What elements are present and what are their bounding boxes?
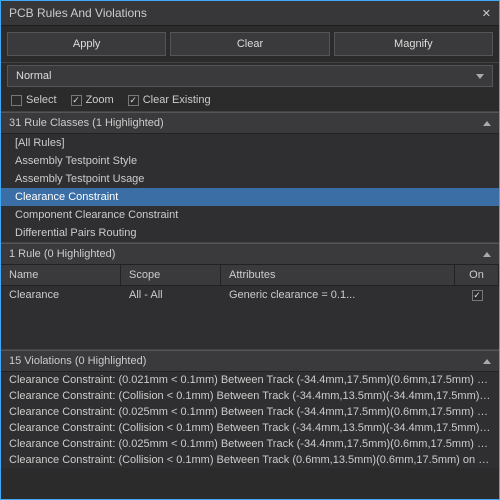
- violation-item[interactable]: Clearance Constraint: (Collision < 0.1mm…: [1, 452, 499, 468]
- chevron-up-icon[interactable]: [483, 121, 491, 126]
- spacer: [1, 326, 499, 350]
- chevron-down-icon: [476, 74, 484, 79]
- options-row: Select ✓ Zoom ✓ Clear Existing: [1, 89, 499, 112]
- rule-class-item[interactable]: Assembly Testpoint Usage: [1, 170, 499, 188]
- chevron-up-icon[interactable]: [483, 252, 491, 257]
- checkbox-icon: [11, 95, 22, 106]
- window-title: PCB Rules And Violations: [9, 6, 147, 20]
- rule-row[interactable]: ClearanceAll - AllGeneric clearance = 0.…: [1, 286, 499, 304]
- chevron-up-icon[interactable]: [483, 359, 491, 364]
- zoom-checkbox[interactable]: ✓ Zoom: [71, 94, 114, 106]
- select-checkbox[interactable]: Select: [11, 94, 57, 106]
- rule-class-item[interactable]: [All Rules]: [1, 134, 499, 152]
- clear-existing-checkbox[interactable]: ✓ Clear Existing: [128, 94, 211, 106]
- violation-item[interactable]: Clearance Constraint: (Collision < 0.1mm…: [1, 388, 499, 404]
- rule-classes-list[interactable]: [All Rules]Assembly Testpoint StyleAssem…: [1, 134, 499, 243]
- checkbox-icon: ✓: [472, 290, 483, 301]
- checkbox-icon: ✓: [128, 95, 139, 106]
- rules-section-header: 1 Rule (0 Highlighted): [1, 243, 499, 265]
- dropdown-value: Normal: [16, 70, 51, 82]
- rules-columns: Name Scope Attributes On: [1, 265, 499, 286]
- rule-class-item[interactable]: Clearance Constraint: [1, 188, 499, 206]
- checkbox-icon: ✓: [71, 95, 82, 106]
- violation-item[interactable]: Clearance Constraint: (0.021mm < 0.1mm) …: [1, 372, 499, 388]
- close-icon[interactable]: ✕: [482, 7, 491, 20]
- magnify-button[interactable]: Magnify: [334, 32, 493, 56]
- violation-item[interactable]: Clearance Constraint: (Collision < 0.1mm…: [1, 420, 499, 436]
- col-name[interactable]: Name: [1, 265, 121, 285]
- violation-item[interactable]: Clearance Constraint: (0.025mm < 0.1mm) …: [1, 404, 499, 420]
- col-on[interactable]: On: [455, 265, 499, 285]
- rules-list[interactable]: ClearanceAll - AllGeneric clearance = 0.…: [1, 286, 499, 326]
- rule-class-item[interactable]: Assembly Testpoint Style: [1, 152, 499, 170]
- violations-header: 15 Violations (0 Highlighted): [1, 350, 499, 372]
- rule-class-item[interactable]: Component Clearance Constraint: [1, 206, 499, 224]
- rule-class-item[interactable]: Differential Pairs Routing: [1, 224, 499, 242]
- violations-list[interactable]: Clearance Constraint: (0.021mm < 0.1mm) …: [1, 372, 499, 468]
- highlight-mode-dropdown[interactable]: Normal: [7, 65, 493, 87]
- col-attributes[interactable]: Attributes: [221, 265, 455, 285]
- clear-button[interactable]: Clear: [170, 32, 329, 56]
- violation-item[interactable]: Clearance Constraint: (0.025mm < 0.1mm) …: [1, 436, 499, 452]
- toolbar: Apply Clear Magnify: [1, 26, 499, 63]
- titlebar: PCB Rules And Violations ✕: [1, 1, 499, 26]
- col-scope[interactable]: Scope: [121, 265, 221, 285]
- apply-button[interactable]: Apply: [7, 32, 166, 56]
- rule-classes-header: 31 Rule Classes (1 Highlighted): [1, 112, 499, 134]
